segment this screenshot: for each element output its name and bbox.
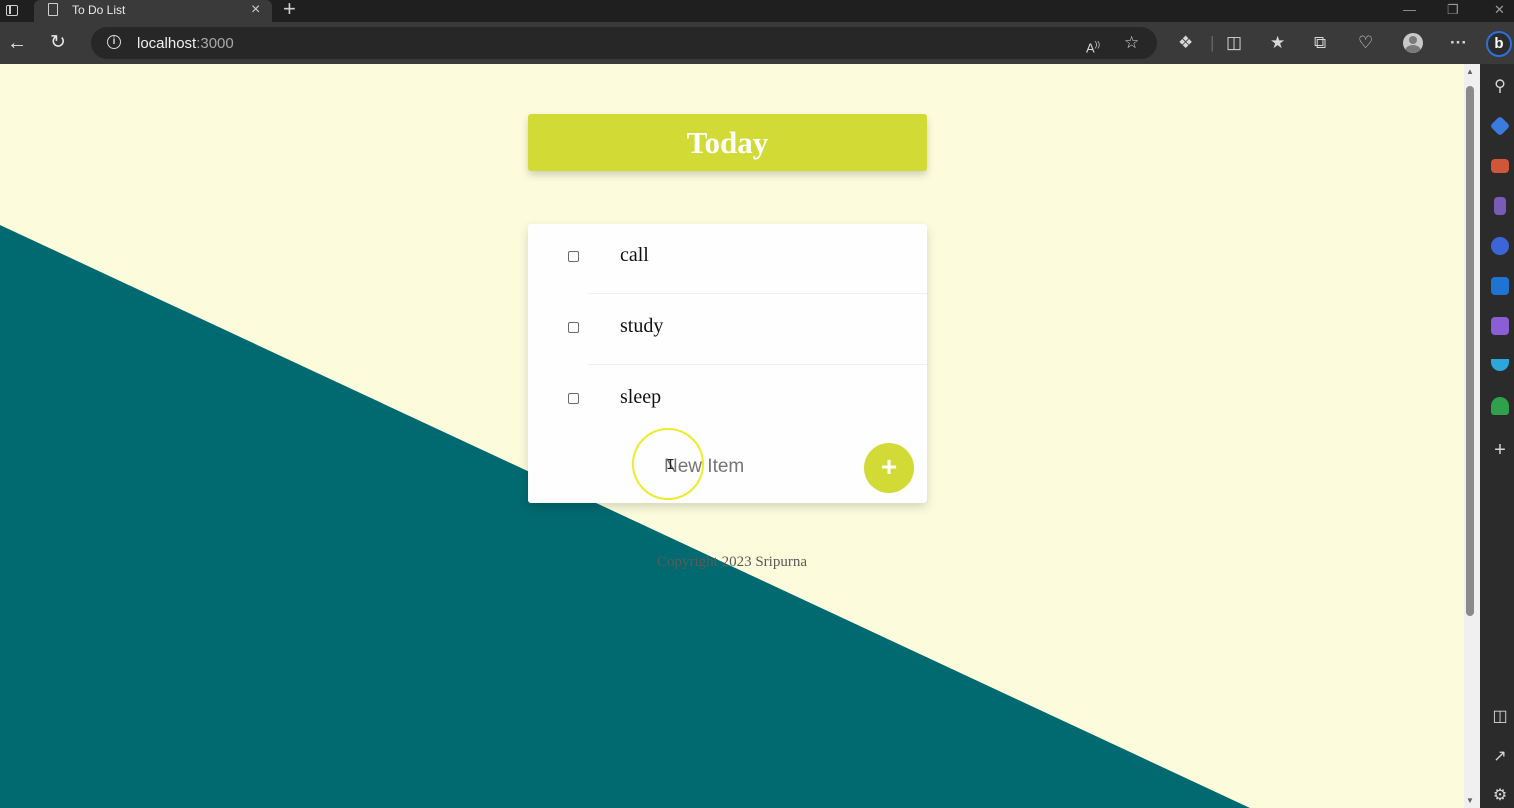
address-bar[interactable]: i localhost:3000 (91, 27, 1157, 59)
toolbar-divider: | (1210, 33, 1215, 52)
divider (588, 293, 927, 294)
footer-copyright: Copyright 2023 Sripurna (657, 554, 807, 570)
scrollbar-thumb[interactable] (1466, 86, 1474, 616)
todo-card: call study sleep New Item + (528, 224, 927, 503)
new-tab-button[interactable]: + (283, 0, 296, 20)
item-checkbox[interactable] (568, 251, 579, 262)
settings-icon[interactable]: ⚙ (1490, 785, 1510, 805)
page-icon (48, 3, 58, 16)
copilot-icon[interactable] (1491, 237, 1509, 255)
extensions-icon[interactable]: ❖ (1178, 33, 1193, 53)
edge-sidebar (1480, 64, 1514, 808)
item-label: study (620, 315, 664, 337)
outlook-icon[interactable] (1491, 277, 1509, 295)
tab-bar: To Do List × + — ❐ ✕ (0, 0, 1514, 22)
split-screen-icon[interactable]: ◫ (1490, 706, 1510, 726)
tab-to-do-list[interactable]: To Do List × (34, 0, 272, 22)
split-screen-icon[interactable]: ◫ (1226, 33, 1242, 53)
divider (588, 364, 927, 365)
text-cursor-icon: I (666, 457, 676, 474)
page-viewport: Today call study sleep New Item + Copyri… (0, 64, 1464, 808)
collections-icon[interactable]: ⧉ (1314, 33, 1326, 53)
item-label: sleep (620, 386, 662, 408)
designer-icon[interactable] (1491, 317, 1509, 335)
site-info-icon[interactable]: i (107, 35, 121, 49)
tab-actions-icon[interactable] (4, 2, 22, 20)
copilot-button[interactable]: b (1486, 31, 1512, 57)
add-item-button[interactable]: + (864, 443, 914, 493)
chess-icon[interactable] (1494, 197, 1506, 215)
external-link-icon[interactable]: ↗ (1490, 746, 1510, 766)
list-item: call (528, 224, 927, 294)
tree-icon[interactable] (1491, 397, 1509, 415)
toolbox-icon[interactable] (1491, 159, 1509, 173)
list-item: sleep (528, 366, 927, 436)
page-title: Today (686, 125, 769, 160)
scroll-up-arrow-icon[interactable]: ▲ (1466, 67, 1474, 76)
item-checkbox[interactable] (568, 322, 579, 333)
read-aloud-icon[interactable]: A)) (1086, 35, 1100, 58)
refresh-icon[interactable]: ↻ (50, 32, 66, 54)
profile-avatar[interactable] (1403, 33, 1423, 53)
favorite-star-icon[interactable]: ☆ (1124, 33, 1139, 53)
browser-essentials-icon[interactable]: ♡ (1358, 33, 1373, 53)
browser-toolbar: ← ↻ i localhost:3000 A)) ☆ ❖ | ◫ ★ ⧉ ♡ ·… (0, 22, 1514, 64)
url-text[interactable]: localhost:3000 (137, 35, 234, 52)
item-checkbox[interactable] (568, 393, 579, 404)
close-tab-icon[interactable]: × (251, 1, 260, 19)
maximize-icon[interactable]: ❐ (1447, 0, 1459, 22)
window-close-icon[interactable]: ✕ (1494, 0, 1505, 22)
tab-title: To Do List (72, 3, 126, 17)
more-options-icon[interactable]: ··· (1450, 33, 1467, 53)
favorites-icon[interactable]: ★ (1270, 33, 1285, 53)
minimize-icon[interactable]: — (1403, 0, 1416, 22)
back-arrow-icon[interactable]: ← (7, 32, 27, 54)
scroll-down-arrow-icon[interactable]: ▼ (1466, 796, 1474, 805)
list-item: study (528, 295, 927, 365)
heading-box: Today (528, 114, 927, 171)
add-icon[interactable]: + (1490, 439, 1510, 462)
search-icon[interactable]: ⚲ (1490, 76, 1510, 96)
item-label: call (620, 244, 649, 266)
